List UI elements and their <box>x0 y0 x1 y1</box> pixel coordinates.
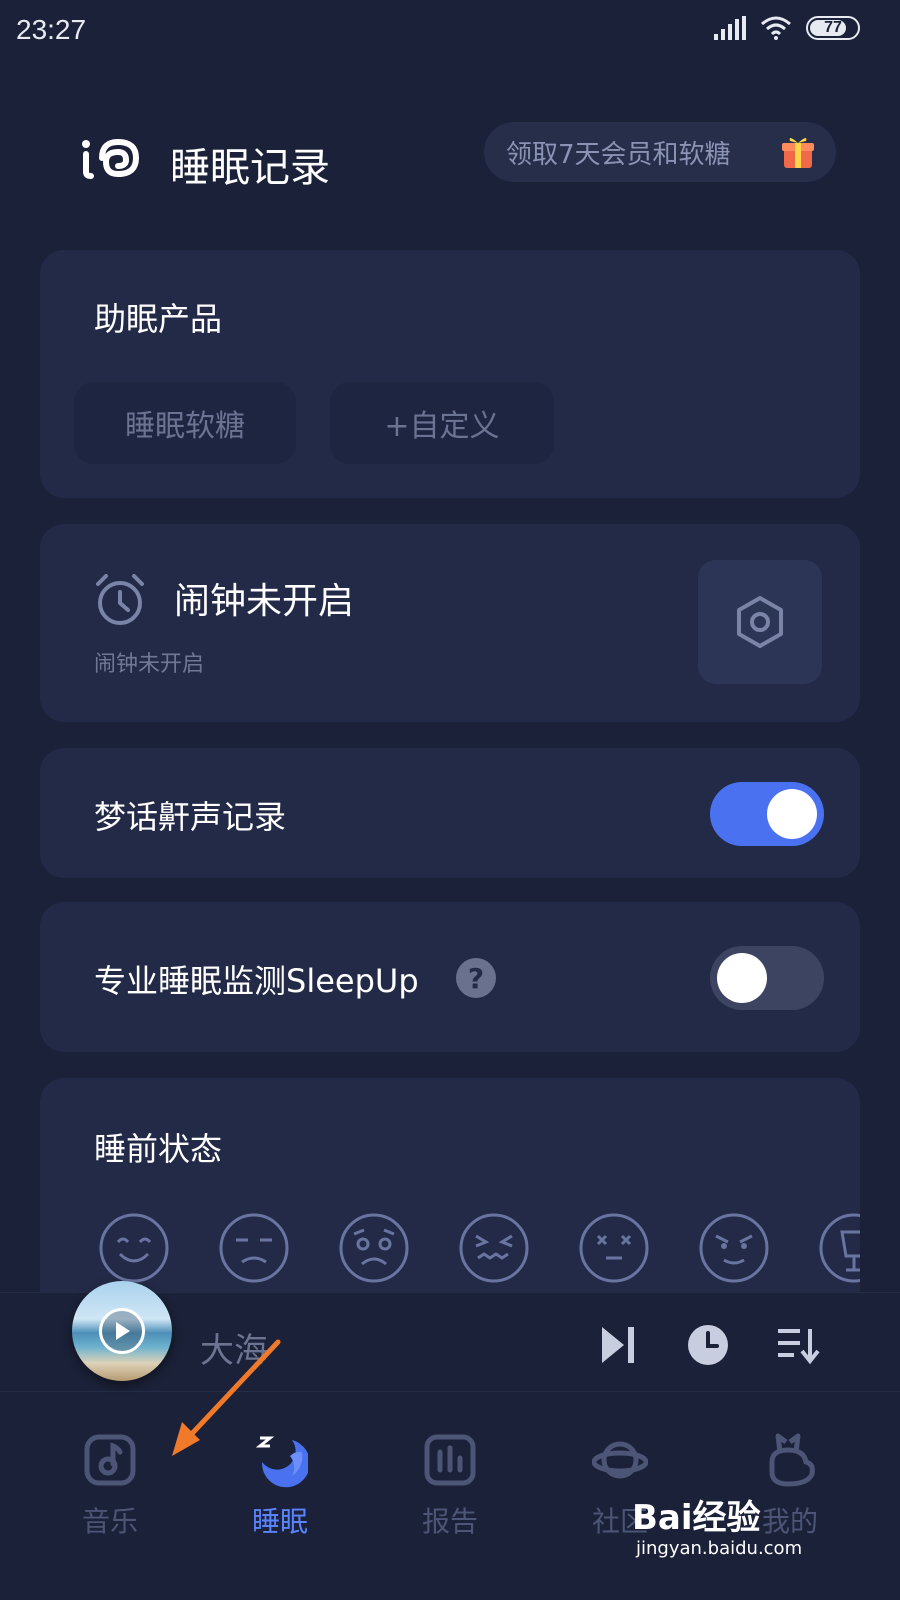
mood-row <box>98 1212 860 1294</box>
bar-chart-icon <box>424 1434 476 1486</box>
sleepup-toggle[interactable] <box>710 946 824 1010</box>
worried-face-icon[interactable] <box>338 1212 410 1284</box>
timer-icon[interactable] <box>686 1323 730 1367</box>
page-title: 睡眠记录 <box>170 145 330 191</box>
status-icons: 77 <box>714 16 860 40</box>
battery-level: 77 <box>824 19 842 36</box>
sleepup-label: 专业睡眠监测SleepUp <box>94 962 419 1000</box>
alarm-subtitle: 闹钟未开启 <box>94 652 205 677</box>
sleepy-face-icon[interactable] <box>218 1212 290 1284</box>
sleep-talk-toggle[interactable] <box>710 782 824 846</box>
mini-player[interactable]: 大海 <box>0 1281 900 1392</box>
battery-indicator: 77 <box>806 16 860 40</box>
alarm-title: 闹钟未开启 <box>174 581 355 622</box>
chip-custom[interactable]: +自定义 <box>330 382 554 464</box>
sleepup-card: 专业睡眠监测SleepUp ? <box>40 902 860 1052</box>
alarm-settings-button[interactable] <box>698 560 822 684</box>
watermark-url: jingyan.baidu.com <box>636 1538 803 1559</box>
promo-button[interactable]: 领取7天会员和软糖 <box>484 122 836 182</box>
signal-icon <box>714 16 746 40</box>
sleep-aids-title: 助眠产品 <box>94 300 223 338</box>
dizzy-face-icon[interactable] <box>578 1212 650 1284</box>
moon-zzz-icon <box>255 1436 308 1488</box>
hexagon-settings-icon <box>737 596 783 648</box>
alarm-card[interactable]: 闹钟未开启 闹钟未开启 <box>40 524 860 722</box>
music-note-icon <box>84 1434 136 1486</box>
nav-item-music[interactable]: 音乐 <box>45 1432 175 1552</box>
help-icon[interactable]: ? <box>456 958 496 998</box>
album-art[interactable] <box>72 1281 172 1381</box>
stressed-face-icon[interactable] <box>458 1212 530 1284</box>
nav-label-music: 音乐 <box>81 1505 138 1538</box>
nav-label-sleep: 睡眠 <box>251 1505 308 1538</box>
wifi-icon <box>761 16 791 40</box>
app-logo-icon <box>82 138 140 179</box>
skip-next-icon[interactable] <box>598 1323 642 1367</box>
watermark-brand: Bai经验 <box>632 1498 761 1538</box>
gift-icon <box>782 137 814 168</box>
promo-label: 领取7天会员和软糖 <box>506 139 731 170</box>
watermark: Bai经验 jingyan.baidu.com <box>632 1490 852 1570</box>
play-icon <box>116 1322 130 1340</box>
play-button[interactable] <box>99 1308 145 1354</box>
nav-label-report: 报告 <box>421 1505 478 1538</box>
sleep-talk-card: 梦话鼾声记录 <box>40 748 860 878</box>
nav-item-sleep[interactable]: 睡眠 <box>215 1432 345 1552</box>
track-name: 大海 <box>200 1331 268 1371</box>
planet-icon <box>592 1441 648 1479</box>
nav-item-report[interactable]: 报告 <box>385 1432 515 1552</box>
status-bar: 23:27 77 <box>0 0 900 62</box>
drink-icon[interactable] <box>818 1212 860 1284</box>
alarm-clock-icon <box>96 574 144 625</box>
toggle-knob <box>767 789 817 839</box>
happy-face-icon[interactable] <box>98 1212 170 1284</box>
angry-face-icon[interactable] <box>698 1212 770 1284</box>
sleep-talk-label: 梦话鼾声记录 <box>94 798 287 836</box>
header: 睡眠记录 领取7天会员和软糖 <box>0 110 900 210</box>
toggle-knob <box>717 953 767 1003</box>
chip-sleep-gummy[interactable]: 睡眠软糖 <box>74 382 296 464</box>
playlist-icon[interactable] <box>776 1323 820 1367</box>
status-time: 23:27 <box>16 14 87 45</box>
sleep-aids-card: 助眠产品 睡眠软糖 +自定义 <box>40 250 860 498</box>
pre-sleep-mood-title: 睡前状态 <box>94 1130 223 1168</box>
bunny-icon <box>769 1433 815 1487</box>
